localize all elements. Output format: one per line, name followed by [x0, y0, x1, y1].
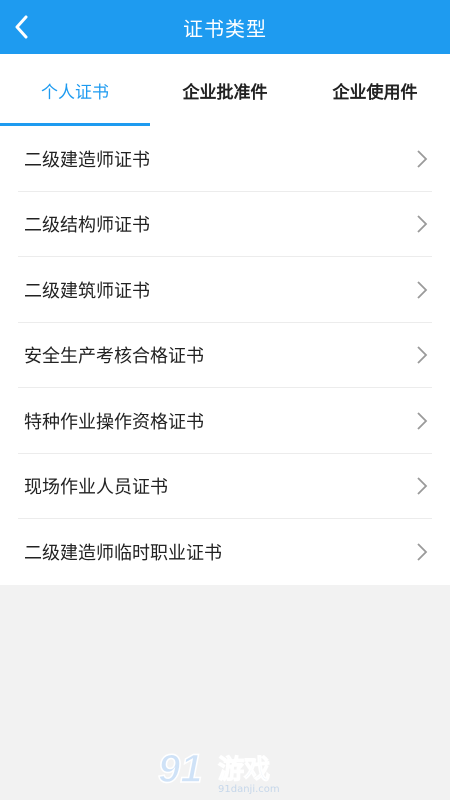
list-item-label: 二级建造师临时职业证书 — [24, 542, 222, 564]
list-item[interactable]: 二级结构师证书 — [0, 192, 450, 258]
chevron-right-icon — [417, 543, 428, 561]
chevron-right-icon — [417, 215, 428, 233]
chevron-right-icon — [417, 477, 428, 495]
tab-enterprise-usage[interactable]: 企业使用件 — [300, 54, 450, 126]
app-header: 证书类型 — [0, 0, 450, 54]
page-title: 证书类型 — [183, 16, 267, 41]
list-item[interactable]: 安全生产考核合格证书 — [0, 323, 450, 389]
list-item-label: 二级建筑师证书 — [24, 280, 150, 302]
chevron-right-icon — [417, 346, 428, 364]
tab-bar: 个人证书 企业批准件 企业使用件 — [0, 54, 450, 126]
list-item[interactable]: 现场作业人员证书 — [0, 454, 450, 520]
back-button[interactable] — [14, 9, 54, 45]
list-item[interactable]: 二级建造师临时职业证书 — [0, 519, 450, 585]
list-item-label: 二级建造师证书 — [24, 149, 150, 171]
chevron-right-icon — [417, 150, 428, 168]
list-item-label: 现场作业人员证书 — [24, 477, 168, 499]
chevron-right-icon — [417, 412, 428, 430]
list-item[interactable]: 特种作业操作资格证书 — [0, 388, 450, 454]
list-item-label: 安全生产考核合格证书 — [24, 346, 204, 368]
list-item[interactable]: 二级建造师证书 — [0, 126, 450, 192]
watermark-logo-text: 游戏 — [218, 755, 270, 785]
chevron-right-icon — [417, 281, 428, 299]
watermark-logo: 91 游戏 91danji.com — [157, 746, 280, 795]
list-item-label: 二级结构师证书 — [24, 215, 150, 237]
chevron-left-icon — [15, 15, 28, 39]
certificate-list: 二级建造师证书 二级结构师证书 二级建筑师证书 安全生产考核合格证书 特种作业操… — [0, 126, 450, 585]
list-item-label: 特种作业操作资格证书 — [24, 411, 204, 433]
tab-enterprise-approvals[interactable]: 企业批准件 — [150, 54, 300, 126]
list-item[interactable]: 二级建筑师证书 — [0, 257, 450, 323]
watermark-logo-number: 91 — [158, 747, 203, 791]
tab-personal-certificates[interactable]: 个人证书 — [0, 54, 150, 126]
watermark-url: 91danji.com — [218, 784, 280, 795]
